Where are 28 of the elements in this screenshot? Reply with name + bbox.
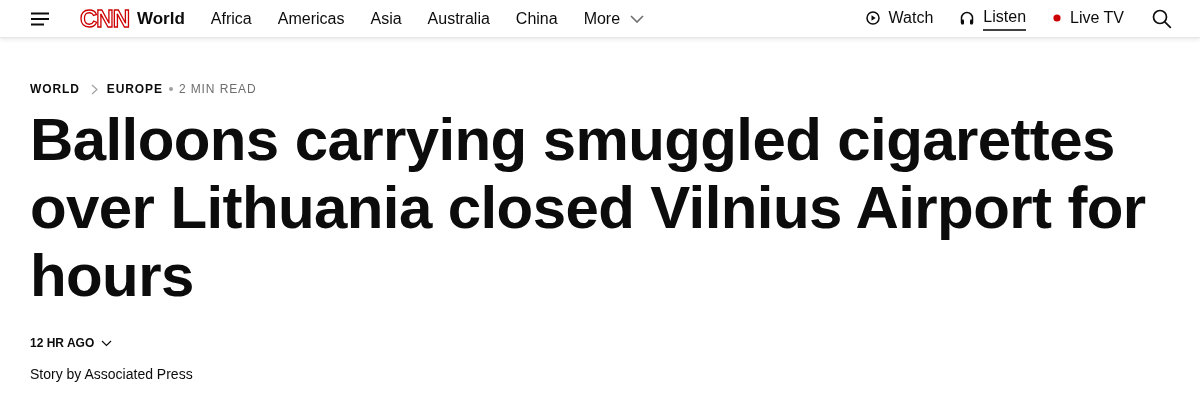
nav-link[interactable]: Africa: [210, 9, 252, 28]
chevron-right-icon: [90, 83, 98, 95]
play-icon: [865, 10, 880, 25]
nav-link[interactable]: Australia: [427, 9, 490, 28]
nav-link[interactable]: Listen: [960, 0, 1027, 37]
nav-link[interactable]: China: [515, 9, 558, 28]
cnn-logo[interactable]: CNN: [80, 6, 129, 31]
nav-link[interactable]: Live TV: [1053, 0, 1124, 37]
headphones-icon: [960, 10, 975, 25]
chevron-down-icon: [630, 15, 645, 23]
search-button[interactable]: [1152, 8, 1172, 29]
menu-icon: [30, 11, 50, 26]
nav-link[interactable]: Asia: [370, 9, 402, 28]
menu-button[interactable]: [30, 11, 50, 26]
timestamp-button[interactable]: 12 HR AGO: [30, 336, 113, 350]
byline: Story by Associated Press: [30, 366, 194, 382]
nav-link[interactable]: More: [583, 9, 645, 28]
separator-dot-icon: [168, 87, 173, 91]
read-time: 2 MIN READ: [178, 82, 257, 96]
search-icon: [1152, 8, 1172, 29]
live-dot-icon: [1053, 13, 1062, 22]
section-title[interactable]: World: [137, 8, 185, 29]
nav-link[interactable]: Watch: [865, 0, 934, 37]
nav-link[interactable]: Americas: [277, 9, 345, 28]
article-headline: Balloons carrying smuggled cigarettes over Lithuania closed Vilnius Airport for hours: [30, 106, 1147, 310]
breadcrumb-link[interactable]: WORLD: [30, 82, 80, 96]
chevron-down-icon: [101, 339, 113, 347]
breadcrumb-link[interactable]: EUROPE: [106, 82, 163, 96]
